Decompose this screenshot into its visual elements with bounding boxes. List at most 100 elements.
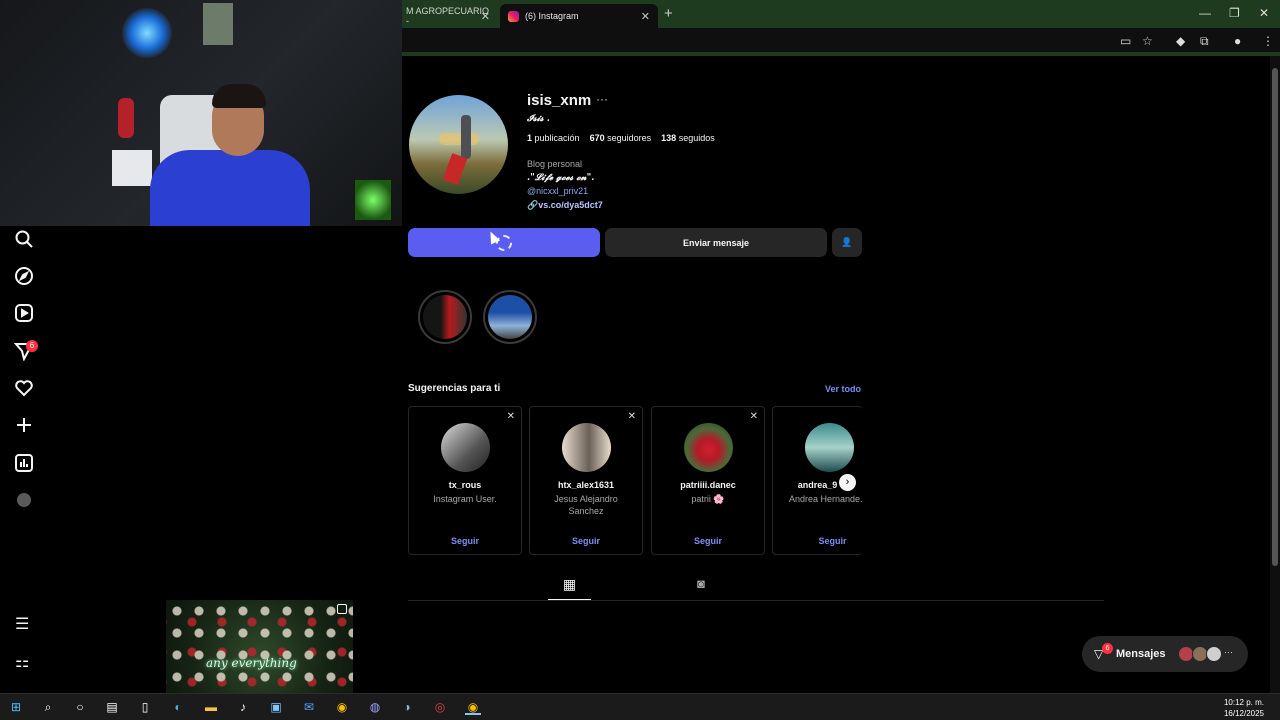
profile-options-icon[interactable]: ··· [596,92,608,106]
new-tab-button[interactable]: + [664,5,673,22]
suggestion-avatar[interactable] [684,423,733,472]
webcam-red-figure [118,98,134,138]
close-window-button[interactable]: ✕ [1259,6,1269,20]
obs-icon[interactable]: ◎ [432,699,448,715]
extensions-puzzle-icon[interactable]: ⧉ [1200,34,1209,49]
suggestion-username[interactable]: patriiii.danec [652,480,764,490]
task-view-icon[interactable]: ▤ [104,699,120,715]
scrollbar-thumb[interactable] [1272,68,1278,566]
following-stat[interactable]: 138 seguidos [661,133,715,143]
restore-button[interactable]: ❐ [1229,6,1240,20]
suggestion-card: ✕ htx_alex1631 Jesus Alejandro Sanchez S… [529,406,643,555]
posts-grid-tab[interactable]: ▦ [548,576,591,600]
dismiss-close-icon[interactable]: ✕ [507,411,515,422]
suggestion-subtitle: Jesus Alejandro Sanchez [554,494,618,516]
explore-compass-icon[interactable] [14,266,34,286]
suggestion-avatar[interactable] [441,423,490,472]
more-menu-icon[interactable]: ☰ [15,614,29,634]
profile-stats: 1 publicación 670 seguidores 138 seguido… [527,133,715,143]
carousel-icon [337,604,347,614]
webcam-blue-light [122,8,172,58]
see-all-link[interactable]: Ver todo [825,384,861,394]
store-icon[interactable]: ▣ [268,699,284,715]
extension-diamond-icon[interactable]: ◆ [1176,34,1185,48]
messages-drawer-button[interactable]: ▽ 6 Mensajes ··· [1082,636,1248,672]
follow-suggestion-button[interactable]: Seguir [773,536,862,546]
discord-icon[interactable]: ◍ [367,699,383,715]
suggestion-subtitle: Instagram User. [433,494,497,504]
dashboard-chart-icon[interactable] [14,453,34,473]
cortana-circle-icon[interactable]: ○ [72,699,88,715]
also-from-meta-icon[interactable]: ⚏ [15,652,29,672]
suggestion-avatar[interactable] [805,423,854,472]
instagram-favicon-icon [508,10,519,22]
dismiss-close-icon[interactable]: ✕ [628,411,636,422]
chrome-icon[interactable]: ◉ [334,699,350,715]
create-plus-icon[interactable] [14,415,34,435]
message-avatar [1206,646,1222,662]
edge-icon[interactable]: ◐ [170,699,186,715]
bookmark-star-icon[interactable]: ☆ [1142,34,1153,48]
browser-menu-icon[interactable]: ⋮ [1262,34,1274,48]
webcam-overlay [0,0,402,226]
search-icon[interactable] [14,229,34,249]
tab-close-icon[interactable]: ✕ [641,10,650,23]
page-scrollbar[interactable] [1270,56,1280,693]
browser-tab-agropecuario[interactable]: M AGROPECUARIO - ✕ [398,4,498,28]
profile-website-link[interactable]: 🔗vs.co/dya5dct7 [527,200,603,211]
messages-label: Mensajes [1116,648,1166,660]
story-highlight[interactable] [418,290,472,344]
minimize-button[interactable]: — [1199,6,1211,20]
profile-username: isis_xnm [527,92,592,109]
file-icon[interactable]: ▯ [137,699,153,715]
suggestion-username[interactable]: tx_rous [409,480,521,490]
mail-icon[interactable]: ✉ [301,699,317,715]
story-highlight[interactable] [483,290,537,344]
suggestion-avatar[interactable] [562,423,611,472]
suggestions-title: Sugerencias para ti [408,383,501,394]
tab-title: M AGROPECUARIO - [406,6,490,26]
tabs-divider [408,600,1104,601]
send-message-button[interactable]: Enviar mensaje [605,228,827,257]
browser-tab-instagram[interactable]: (6) Instagram ✕ [500,4,658,28]
posts-stat: 1 publicación [527,133,580,143]
cast-icon[interactable]: ▭ [1120,34,1131,48]
follow-suggestion-button[interactable]: Seguir [530,536,642,546]
system-clock[interactable]: 10:12 p. m. 16/12/2025 [1224,697,1264,719]
chrome-active-icon[interactable]: ◉ [465,699,481,715]
reels-icon[interactable] [14,303,34,323]
tagged-tab[interactable]: ◙ [690,576,712,598]
notification-badge: 6 [26,340,38,352]
avatar-sky-light [439,133,479,145]
follow-suggestion-button[interactable]: Seguir [652,536,764,546]
post-thumbnail[interactable]: any everything [166,600,353,693]
file-explorer-icon[interactable]: ▬ [203,699,219,715]
suggestion-card: ✕ patriiii.danec patrii 🌸 Seguir [651,406,765,555]
steam-icon[interactable]: ◑ [399,699,415,715]
follow-button[interactable] [408,228,600,257]
profile-avatar-small-icon[interactable] [14,490,34,510]
webcam-person-shirt [150,150,310,226]
add-person-icon[interactable]: 👤 [832,228,862,257]
clock-date: 16/12/2025 [1223,709,1264,718]
follow-suggestion-button[interactable]: Seguir [409,536,521,546]
suggestion-subtitle: Andrea Hernande. [789,494,862,504]
chevron-right-icon[interactable]: › [839,474,856,491]
tab-close-icon[interactable]: ✕ [481,10,490,23]
taskbar-search-icon[interactable]: ⌕ [40,699,56,715]
webcam-white-box [112,150,152,186]
tab-title: (6) Instagram [525,11,579,21]
webcam-green-light [355,180,391,220]
grid-icon: ▦ [562,576,577,592]
post-flower-wall [166,600,353,693]
profile-bio-quote: ."𝓛𝓲𝓯𝓮 𝓰𝓸𝓮𝓼 𝓸𝓷". [527,173,595,183]
profile-bio-mention-link[interactable]: @nicxxl_priv21 [527,186,588,196]
profile-avatar[interactable] [409,95,508,194]
windows-start-icon[interactable]: ⊞ [8,699,24,715]
followers-stat[interactable]: 670 seguidores [590,133,652,143]
dismiss-close-icon[interactable]: ✕ [750,411,758,422]
tiktok-icon[interactable]: ♪ [235,699,251,715]
profile-avatar-icon[interactable]: ● [1234,34,1241,48]
suggestion-username[interactable]: htx_alex1631 [530,480,642,490]
notifications-heart-icon[interactable] [14,378,34,398]
